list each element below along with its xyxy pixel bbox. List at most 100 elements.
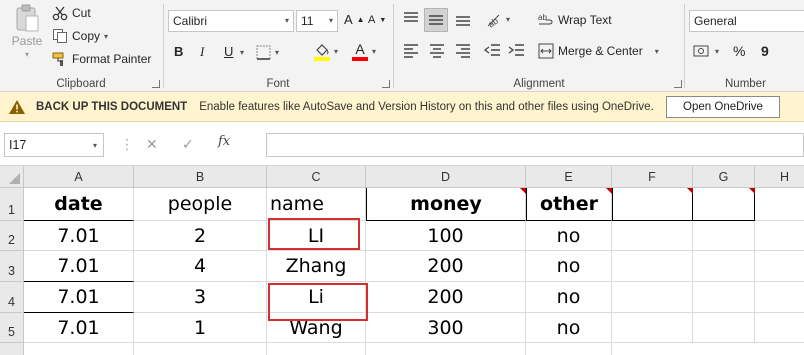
cell-f4[interactable] xyxy=(612,282,693,313)
row-header-6[interactable] xyxy=(0,343,24,355)
row-header-4[interactable]: 4 xyxy=(0,282,24,313)
cell-f3[interactable] xyxy=(612,251,693,282)
cell-e1[interactable]: other xyxy=(526,188,612,221)
column-header-e[interactable]: E xyxy=(526,166,612,188)
underline-dropdown-icon[interactable]: ▾ xyxy=(240,48,244,57)
name-box[interactable]: I17 ▾ xyxy=(4,133,104,157)
open-onedrive-button[interactable]: Open OneDrive xyxy=(666,96,780,118)
cell-a3[interactable]: 7.01 xyxy=(24,251,134,282)
bottom-align-button[interactable] xyxy=(454,10,472,28)
accounting-format-button[interactable]: ▾ xyxy=(693,43,719,59)
drag-handle-icon[interactable]: ⋮ xyxy=(120,136,134,153)
align-left-button[interactable] xyxy=(402,42,420,58)
cell-d4[interactable]: 200 xyxy=(366,282,526,313)
font-size-select[interactable]: 11 ▾ xyxy=(296,10,338,32)
paste-button[interactable]: Paste ▾ xyxy=(8,4,46,59)
borders-button[interactable]: ▾ xyxy=(256,45,279,60)
cell-a4[interactable]: 7.01 xyxy=(24,282,134,313)
cell-f5[interactable] xyxy=(612,313,693,343)
cell-h4[interactable] xyxy=(755,282,804,313)
top-align-button[interactable] xyxy=(402,10,420,28)
cell-a2[interactable]: 7.01 xyxy=(24,221,134,251)
cell-b3[interactable]: 4 xyxy=(134,251,267,282)
comment-indicator-icon[interactable] xyxy=(687,188,693,194)
cell-d3[interactable]: 200 xyxy=(366,251,526,282)
column-header-f[interactable]: F xyxy=(612,166,693,188)
cell-a5[interactable]: 7.01 xyxy=(24,313,134,343)
wrap-text-button[interactable]: ab Wrap Text xyxy=(538,12,612,28)
enter-check-icon[interactable]: ✓ xyxy=(182,136,194,153)
bold-button[interactable]: B xyxy=(174,44,183,59)
cell-e2[interactable]: no xyxy=(526,221,612,251)
align-center-button[interactable] xyxy=(428,42,446,58)
cell-c3[interactable]: Zhang xyxy=(267,251,366,282)
cell-h2[interactable] xyxy=(755,221,804,251)
column-header-g[interactable]: G xyxy=(693,166,755,188)
increase-indent-button[interactable] xyxy=(508,42,526,58)
comment-indicator-icon[interactable] xyxy=(749,188,755,194)
merge-center-button[interactable]: Merge & Center ▾ xyxy=(538,43,659,59)
copy-button[interactable]: Copy ▾ xyxy=(52,28,108,44)
comment-indicator-icon[interactable] xyxy=(520,188,526,194)
column-header-d[interactable]: D xyxy=(366,166,526,188)
number-format-select[interactable]: General xyxy=(689,10,804,32)
clipboard-launcher-icon[interactable] xyxy=(152,80,160,88)
paste-dropdown-icon[interactable]: ▾ xyxy=(25,50,29,59)
underline-button[interactable]: U xyxy=(224,44,233,59)
cut-button[interactable]: Cut xyxy=(52,5,91,21)
cell-d2[interactable]: 100 xyxy=(366,221,526,251)
cell-f1[interactable] xyxy=(612,188,693,221)
column-header-c[interactable]: C xyxy=(267,166,366,188)
row-header-1[interactable]: 1 xyxy=(0,188,24,221)
cell-f2[interactable] xyxy=(612,221,693,251)
cell-b5[interactable]: 1 xyxy=(134,313,267,343)
cell-b1[interactable]: people xyxy=(134,188,267,221)
fill-color-button[interactable]: ▾ xyxy=(314,42,338,61)
cell-e6[interactable] xyxy=(526,343,612,355)
cell-c1[interactable]: name xyxy=(267,188,366,221)
insert-function-button[interactable]: fx xyxy=(218,134,230,149)
font-color-button[interactable]: A ▾ xyxy=(352,42,376,61)
alignment-launcher-icon[interactable] xyxy=(674,80,682,88)
copy-dropdown-icon[interactable]: ▾ xyxy=(104,32,108,41)
cell-h5[interactable] xyxy=(755,313,804,343)
cell-h3[interactable] xyxy=(755,251,804,282)
cell-g2[interactable] xyxy=(693,221,755,251)
decrease-font-size-button[interactable]: A ▼ xyxy=(368,14,386,26)
formula-input[interactable] xyxy=(266,133,804,157)
middle-align-button[interactable] xyxy=(424,8,448,32)
cell-d1[interactable]: money xyxy=(366,188,526,221)
cell-d5[interactable]: 300 xyxy=(366,313,526,343)
decrease-indent-button[interactable] xyxy=(483,42,502,58)
font-launcher-icon[interactable] xyxy=(382,80,390,88)
cell-b6[interactable] xyxy=(134,343,267,355)
cell-g4[interactable] xyxy=(693,282,755,313)
cell-e4[interactable]: no xyxy=(526,282,612,313)
orientation-button[interactable]: ab ▾ xyxy=(484,10,510,30)
format-painter-button[interactable]: Format Painter xyxy=(52,51,151,67)
column-header-b[interactable]: B xyxy=(134,166,267,188)
column-header-a[interactable]: A xyxy=(24,166,134,188)
row-header-5[interactable]: 5 xyxy=(0,313,24,343)
select-all-button[interactable] xyxy=(0,166,24,188)
cell-e3[interactable]: no xyxy=(526,251,612,282)
column-header-h[interactable]: H xyxy=(755,166,804,188)
cell-b2[interactable]: 2 xyxy=(134,221,267,251)
italic-button[interactable]: I xyxy=(200,44,204,60)
cell-b4[interactable]: 3 xyxy=(134,282,267,313)
row-header-2[interactable]: 2 xyxy=(0,221,24,251)
comment-indicator-icon[interactable] xyxy=(606,188,612,194)
cell-e5[interactable]: no xyxy=(526,313,612,343)
increase-font-size-button[interactable]: A ▲ xyxy=(344,12,365,27)
cell-h1[interactable] xyxy=(755,188,804,221)
cancel-icon[interactable]: ✕ xyxy=(146,136,158,153)
align-right-button[interactable] xyxy=(454,42,472,58)
comma-style-button[interactable]: 9 xyxy=(761,43,769,59)
percent-style-button[interactable]: % xyxy=(733,43,745,59)
cell-a6[interactable] xyxy=(24,343,134,355)
font-name-select[interactable]: Calibri ▾ xyxy=(168,10,294,32)
cell-c6[interactable] xyxy=(267,343,366,355)
cell-a1[interactable]: date xyxy=(24,188,134,221)
cell-g1[interactable] xyxy=(693,188,755,221)
cell-g5[interactable] xyxy=(693,313,755,343)
